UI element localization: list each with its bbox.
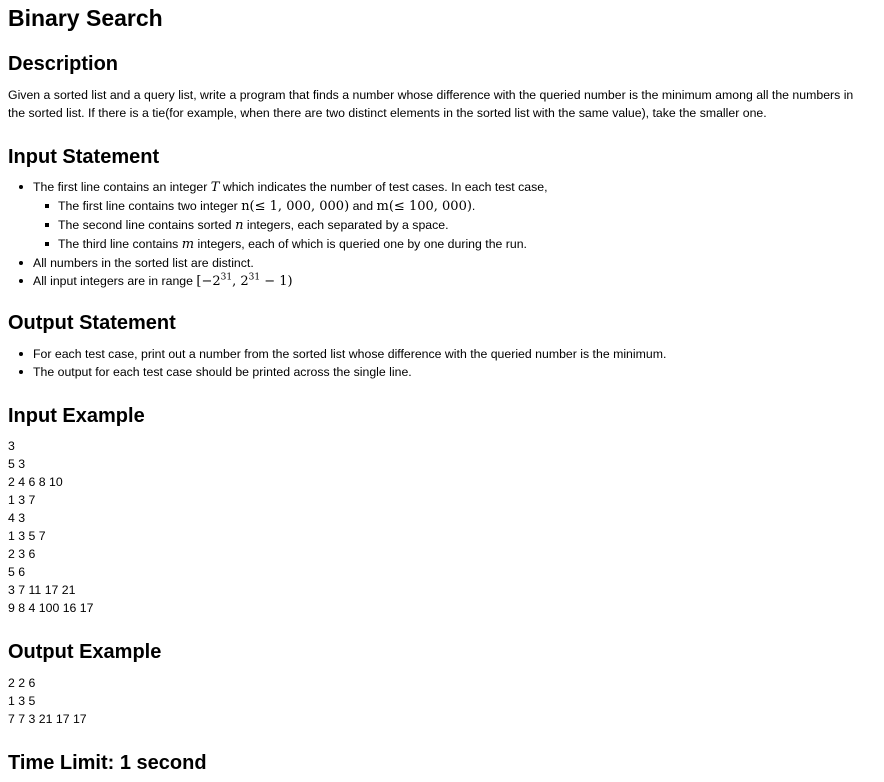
example-line: 2 4 6 8 10 (8, 475, 63, 489)
input-statement-heading: Input Statement (8, 146, 160, 168)
output-example-block: 2 2 6 1 3 5 7 7 3 21 17 17 (8, 674, 87, 728)
input-example-block: 3 5 3 2 4 6 8 10 1 3 7 4 3 1 3 5 7 2 3 6… (8, 437, 93, 617)
description-heading: Description (8, 53, 119, 75)
list-item: For each test case, print out a number f… (18, 347, 667, 361)
input-statement-list: The first line contains an integer T whi… (8, 178, 548, 291)
example-line: 3 (8, 439, 15, 453)
example-line: 1 3 5 7 (8, 529, 46, 543)
output-example-heading: Output Example (8, 641, 162, 663)
output-statement-heading: Output Statement (8, 312, 176, 334)
list-item: The first line contains an integer T whi… (19, 180, 548, 254)
description-text: Given a sorted list and a query list, wr… (8, 86, 878, 122)
list-item: All numbers in the sorted list are disti… (19, 254, 548, 272)
list-item: All input integers are in range [−231, 2… (19, 272, 548, 291)
page-title: Binary Search (8, 5, 163, 31)
example-line: 9 8 4 100 16 17 (8, 601, 94, 615)
example-line: 2 3 6 (8, 547, 36, 561)
range-math: [−231, 231 − 1) (196, 272, 293, 289)
description-line: Given a sorted list and a query list, wr… (8, 88, 854, 102)
list-item: The first line contains two integer n(≤ … (45, 197, 548, 216)
list-item: The third line contains m integers, each… (45, 235, 548, 254)
example-line: 3 7 11 17 21 (8, 583, 76, 597)
list-item: The second line contains sorted n intege… (45, 216, 548, 235)
time-limit-heading: Time Limit: 1 second (8, 752, 207, 774)
example-line: 7 7 3 21 17 17 (8, 712, 87, 726)
input-statement-sublist: The first line contains two integer n(≤ … (33, 197, 548, 254)
example-line: 4 3 (8, 511, 26, 525)
example-line: 1 3 5 (8, 694, 36, 708)
example-line: 2 2 6 (8, 676, 36, 690)
description-line: the sorted list. If there is a tie(for e… (8, 106, 767, 120)
example-line: 5 6 (8, 565, 26, 579)
example-line: 5 3 (8, 457, 26, 471)
example-line: 1 3 7 (8, 493, 36, 507)
input-example-heading: Input Example (8, 405, 145, 427)
output-statement-list: For each test case, print out a number f… (8, 345, 666, 381)
list-item: The output for each test case should be … (18, 363, 666, 381)
